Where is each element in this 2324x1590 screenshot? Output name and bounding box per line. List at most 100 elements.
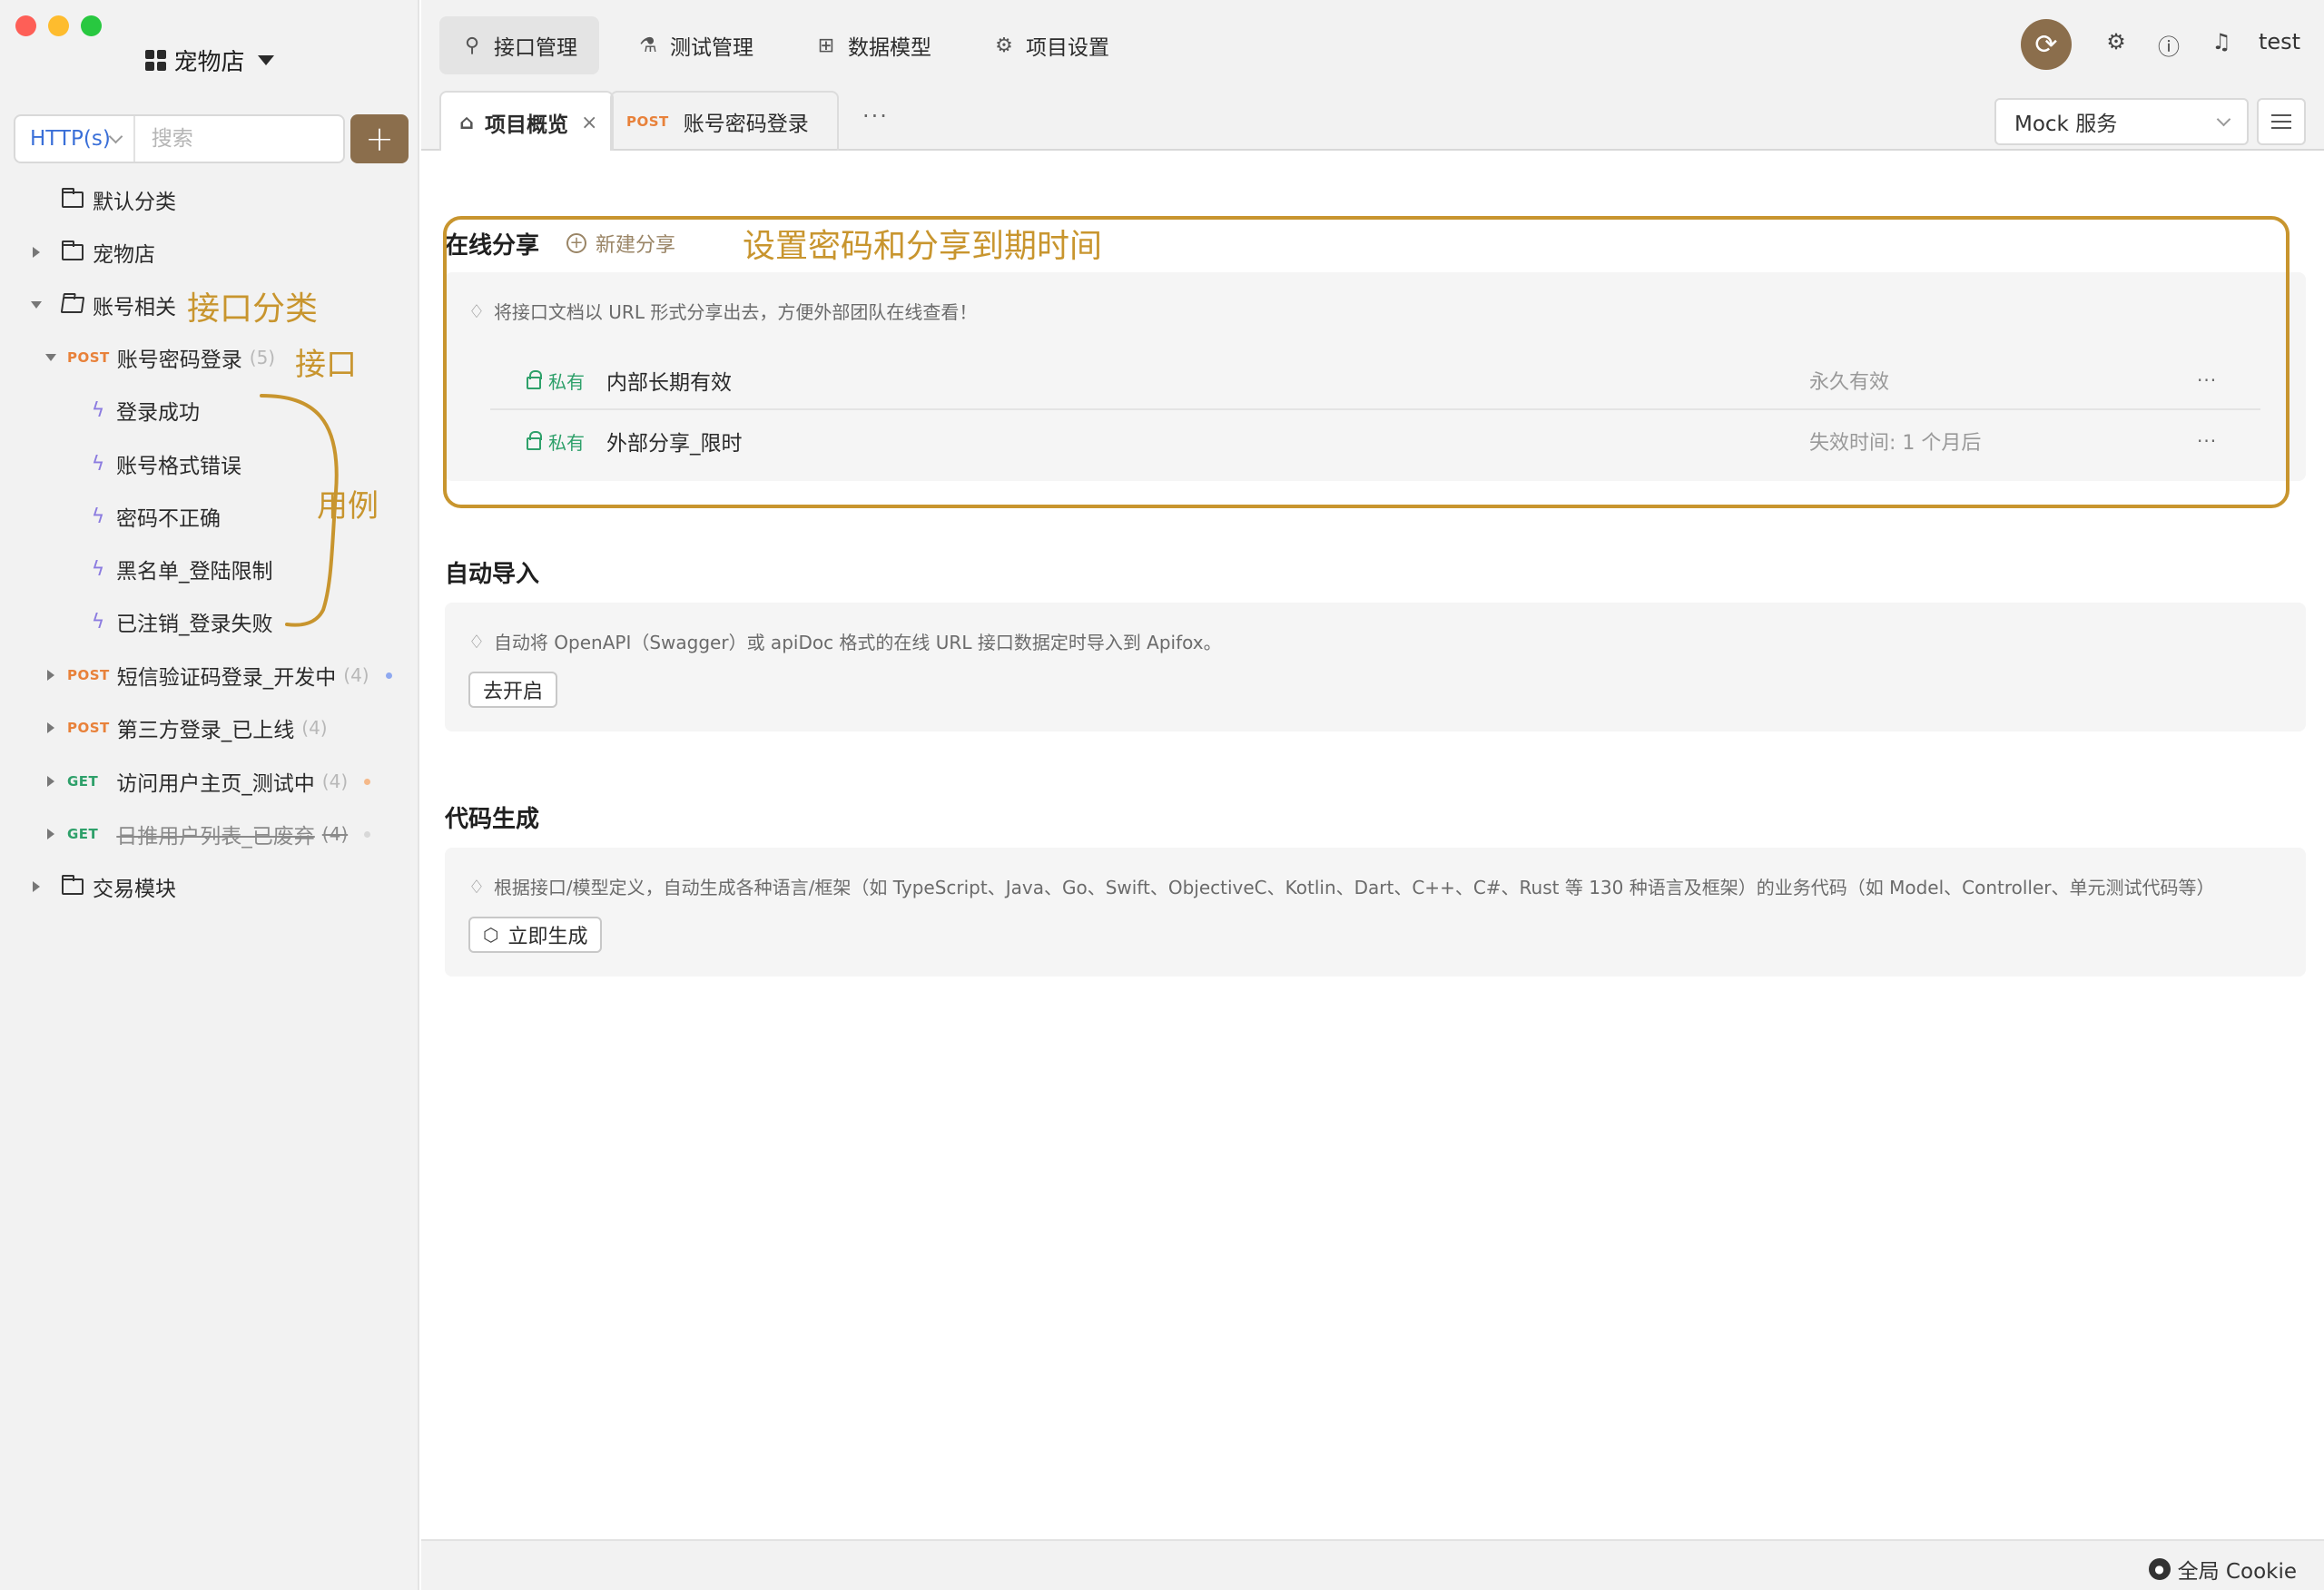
chevron-down-icon xyxy=(2216,112,2231,126)
case-count: (4) xyxy=(343,664,369,686)
settings-icon[interactable]: ⚙ xyxy=(2102,29,2130,54)
tree-folder-petstore[interactable]: 宠物店 xyxy=(33,230,155,275)
tree-api-sms-login[interactable]: POST 短信验证码登录_开发中 (4) xyxy=(47,653,392,698)
tree-label: 交易模块 xyxy=(93,878,176,901)
project-switcher[interactable]: 宠物店 xyxy=(0,44,419,77)
bolt-icon: ϟ xyxy=(91,452,105,476)
expand-icon[interactable] xyxy=(47,722,54,733)
tree-case[interactable]: ϟ 已注销_登录失败 xyxy=(91,599,273,644)
method-badge: POST xyxy=(67,720,110,736)
row-more-button[interactable]: ··· xyxy=(2197,369,2217,391)
expand-icon[interactable] xyxy=(47,670,54,681)
codegen-hint: ♢ 根据接口/模型定义，自动生成各种语言/框架（如 TypeScript、Jav… xyxy=(468,873,2215,899)
tree-api-daily-users[interactable]: GET 日推用户列表_已废弃 (4) xyxy=(47,811,371,857)
codegen-panel: ♢ 根据接口/模型定义，自动生成各种语言/框架（如 TypeScript、Jav… xyxy=(445,848,2306,977)
tree-label: 登录成功 xyxy=(116,401,200,425)
more-tabs-button[interactable]: ··· xyxy=(862,103,889,129)
import-panel: ♢ 自动将 OpenAPI（Swagger）或 apiDoc 格式的在线 URL… xyxy=(445,603,2306,731)
private-tag: 私有 xyxy=(527,428,585,455)
tab-label: 数据模型 xyxy=(848,36,931,60)
tree-case[interactable]: ϟ 黑名单_登陆限制 xyxy=(91,546,273,592)
global-cookie-button[interactable]: ● 全局 Cookie xyxy=(2148,1554,2297,1585)
collapse-icon[interactable] xyxy=(45,354,56,361)
share-name: 内部长期有效 xyxy=(606,371,732,395)
tree-label: 默认分类 xyxy=(93,191,176,214)
bolt-icon: ϟ xyxy=(91,557,105,581)
share-name: 外部分享_限时 xyxy=(606,432,743,456)
add-button[interactable]: + xyxy=(350,114,409,163)
method-badge: POST xyxy=(626,113,669,130)
private-tag-label: 私有 xyxy=(548,431,585,454)
tree-case[interactable]: ϟ 密码不正确 xyxy=(91,494,221,539)
folder-icon xyxy=(62,875,84,895)
status-dot xyxy=(385,672,392,679)
maximize-window-button[interactable] xyxy=(81,15,102,36)
environment-select[interactable]: Mock 服务 xyxy=(1994,98,2249,145)
tree-folder-trade[interactable]: 交易模块 xyxy=(33,864,176,909)
doctab-password-login[interactable]: POST 账号密码登录 xyxy=(610,91,839,151)
protocol-select[interactable]: HTTP(s) xyxy=(15,116,135,162)
share-hint-text: 将接口文档以 URL 形式分享出去，方便外部团队在线查看！ xyxy=(493,301,978,323)
share-section-title: 在线分享 xyxy=(445,232,540,260)
expand-icon[interactable] xyxy=(33,247,40,258)
expand-icon[interactable] xyxy=(47,829,54,839)
doctab-project-overview[interactable]: ⌂ 项目概览 × xyxy=(439,91,615,152)
share-row[interactable]: 私有 外部分享_限时 失效时间: 1 个月后 ··· xyxy=(490,412,2260,470)
tree-label: 账号格式错误 xyxy=(116,455,241,478)
bell-icon[interactable]: ♫ xyxy=(2208,29,2235,54)
cookie-icon: ● xyxy=(2148,1558,2171,1580)
tree-label: 访问用户主页_测试中 xyxy=(116,772,315,796)
tree-case[interactable]: ϟ 登录成功 xyxy=(91,388,200,433)
tab-test-management[interactable]: ⚗ 测试管理 xyxy=(615,16,775,74)
tab-data-model[interactable]: ⊞ 数据模型 xyxy=(793,16,953,74)
tab-label: 接口管理 xyxy=(494,36,577,60)
lightbulb-icon: ♢ xyxy=(468,630,485,653)
bolt-icon: ϟ xyxy=(91,398,105,422)
tree-api-third-party-login[interactable]: POST 第三方登录_已上线 (4) xyxy=(47,705,328,751)
minimize-window-button[interactable] xyxy=(48,15,69,36)
search-box: HTTP(s) xyxy=(14,114,345,163)
search-input[interactable] xyxy=(134,116,343,162)
sync-button[interactable]: ⟳ xyxy=(2021,19,2072,70)
grid-icon xyxy=(145,50,167,71)
share-expiry: 失效时间: 1 个月后 xyxy=(1809,432,1982,455)
tree-folder-default[interactable]: 默认分类 xyxy=(62,177,176,222)
new-share-button[interactable]: + 新建分享 xyxy=(566,229,675,258)
generate-code-label: 立即生成 xyxy=(507,926,588,948)
close-window-button[interactable] xyxy=(15,15,36,36)
enable-import-button[interactable]: 去开启 xyxy=(468,672,558,708)
user-name[interactable]: test xyxy=(2259,29,2300,54)
tree-api-user-home[interactable]: GET 访问用户主页_测试中 (4) xyxy=(47,759,371,804)
main-content: 在线分享 + 新建分享 设置密码和分享到期时间 ♢ 将接口文档以 URL 形式分… xyxy=(421,151,2324,1539)
tree-label: 日推用户列表_已废弃 xyxy=(116,825,315,849)
list-view-button[interactable] xyxy=(2257,98,2306,145)
brace-annotation xyxy=(260,394,339,627)
chevron-down-icon xyxy=(108,129,123,143)
sidebar: 宠物店 HTTP(s) + 默认分类 宠物店 账号相关 xyxy=(0,0,419,1590)
top-nav: ⚲ 接口管理 ⚗ 测试管理 ⊞ 数据模型 ⚙ 项目设置 ⟳ ⚙ ⓘ ♫ test xyxy=(421,0,2324,89)
expand-icon[interactable] xyxy=(33,881,40,892)
close-icon[interactable]: × xyxy=(581,112,597,134)
tab-label: 项目设置 xyxy=(1026,36,1109,60)
tree-label: 账号相关 xyxy=(93,296,176,319)
tab-api-management[interactable]: ⚲ 接口管理 xyxy=(439,16,599,74)
model-icon: ⊞ xyxy=(817,34,835,57)
generate-code-button[interactable]: ⬡ 立即生成 xyxy=(468,917,603,953)
tree-case[interactable]: ϟ 账号格式错误 xyxy=(91,441,241,486)
folder-open-icon xyxy=(60,297,85,313)
help-icon[interactable]: ⓘ xyxy=(2155,29,2182,61)
share-hint: ♢ 将接口文档以 URL 形式分享出去，方便外部团队在线查看！ xyxy=(468,298,977,324)
cookie-label: 全局 Cookie xyxy=(2177,1560,2297,1584)
share-row[interactable]: 私有 内部长期有效 永久有效 ··· xyxy=(490,352,2260,410)
tree-api-password-login[interactable]: POST 账号密码登录 (5) xyxy=(45,335,275,380)
tree-label: 密码不正确 xyxy=(116,507,221,531)
row-more-button[interactable]: ··· xyxy=(2197,430,2217,452)
gear-icon: ⚙ xyxy=(995,34,1013,57)
tab-label: 测试管理 xyxy=(670,36,753,60)
method-badge: GET xyxy=(67,826,99,842)
tree-folder-account[interactable]: 账号相关 xyxy=(31,282,176,328)
expand-icon[interactable] xyxy=(47,776,54,787)
sync-icon: ⟳ xyxy=(2034,28,2058,61)
collapse-icon[interactable] xyxy=(31,301,42,309)
tab-project-settings[interactable]: ⚙ 项目设置 xyxy=(971,16,1131,74)
